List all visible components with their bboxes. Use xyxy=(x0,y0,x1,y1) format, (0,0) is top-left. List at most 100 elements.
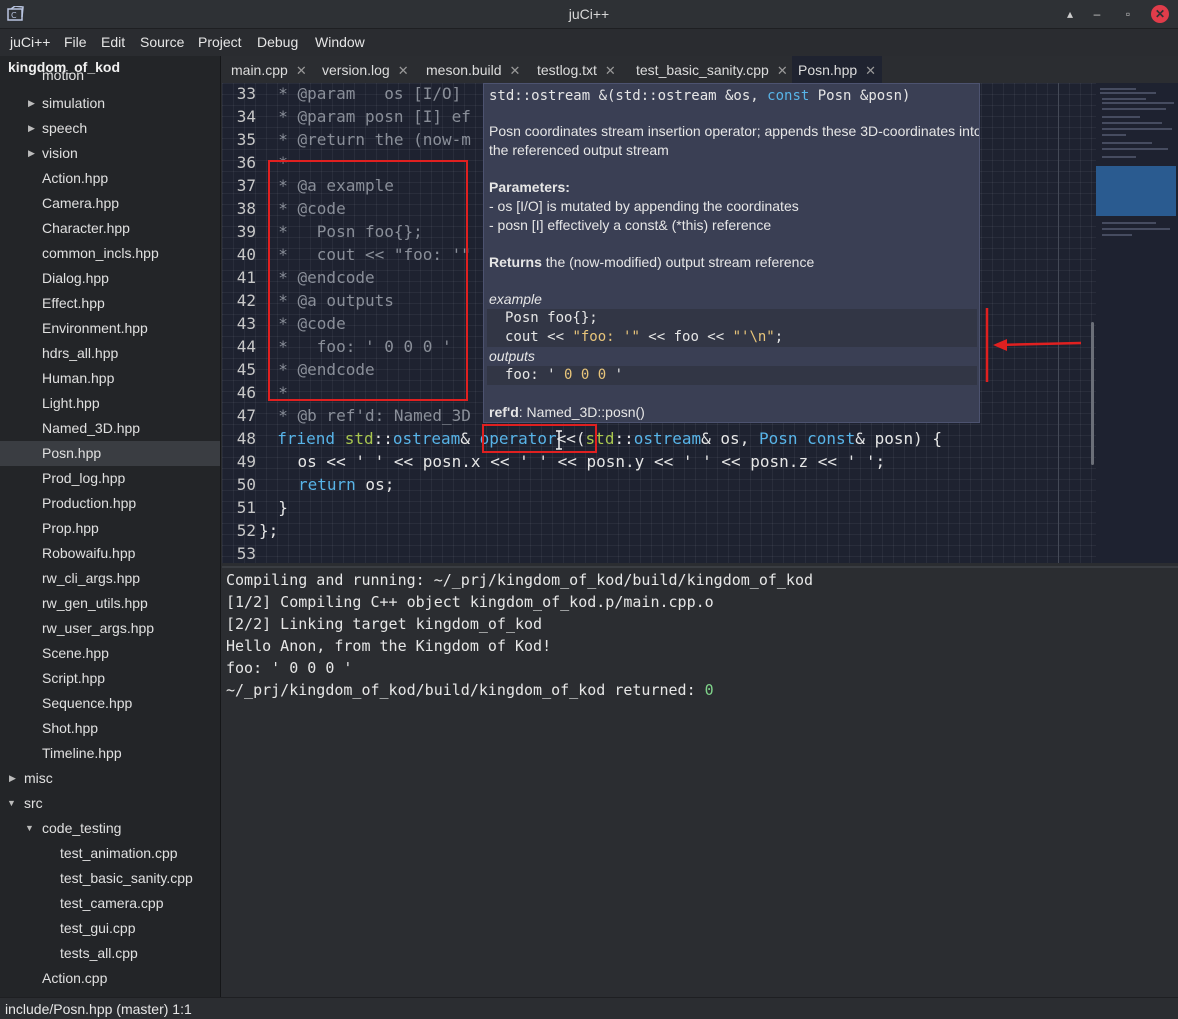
line-number: 35 xyxy=(236,130,256,149)
tab-version-log[interactable]: version.log ✕ xyxy=(322,56,409,83)
line-number: 50 xyxy=(236,475,256,494)
close-tab-icon[interactable]: ✕ xyxy=(605,63,616,78)
menu-jucipp[interactable]: juCi++ xyxy=(10,34,50,50)
tab-posn-hpp[interactable]: Posn.hpp ✕ xyxy=(792,56,883,83)
close-tab-icon[interactable]: ✕ xyxy=(510,63,521,78)
tab-label: version.log xyxy=(322,62,390,78)
tree-item-label: code_testing xyxy=(42,820,122,836)
tree-file[interactable]: test_gui.cpp xyxy=(0,916,220,941)
tree-file[interactable]: Sequence.hpp xyxy=(0,691,220,716)
menu-window[interactable]: Window xyxy=(315,34,365,50)
tree-item-label: speech xyxy=(42,120,88,136)
editor-scrollbar[interactable] xyxy=(1091,322,1094,465)
tree-file[interactable]: Effect.hpp xyxy=(0,291,220,316)
terminal-line: ~/_prj/kingdom_of_kod/build/kingdom_of_k… xyxy=(226,681,714,699)
code-token: return xyxy=(298,475,356,494)
collapse-arrow-icon[interactable]: ▼ xyxy=(7,791,16,816)
tree-file[interactable]: rw_gen_utils.hpp xyxy=(0,591,220,616)
tree-file[interactable]: Prod_log.hpp xyxy=(0,466,220,491)
minimap-viewport[interactable] xyxy=(1096,166,1176,216)
terminal-line: [2/2] Linking target kingdom_of_kod xyxy=(226,615,543,633)
tooltip-params-heading: Parameters: xyxy=(489,179,570,195)
tree-folder-simulation[interactable]: ▶ simulation xyxy=(0,91,220,116)
tree-item-label: Human.hpp xyxy=(42,370,115,386)
tree-file[interactable]: common_incls.hpp xyxy=(0,241,220,266)
maximize-icon[interactable]: ▫ xyxy=(1119,5,1137,23)
project-tree[interactable]: motion kingdom_of_kod ▶ simulation ▶ speec… xyxy=(0,56,221,997)
tab-main-cpp[interactable]: main.cpp ✕ xyxy=(231,56,307,83)
tree-file[interactable]: rw_cli_args.hpp xyxy=(0,566,220,591)
tree-item-label: Production.hpp xyxy=(42,495,137,511)
tab-testlog-txt[interactable]: testlog.txt ✕ xyxy=(537,56,616,83)
expand-arrow-icon[interactable]: ▶ xyxy=(9,766,16,791)
tree-file[interactable]: Camera.hpp xyxy=(0,191,220,216)
tab-meson-build[interactable]: meson.build ✕ xyxy=(426,56,520,83)
tab-test-basic-sanity-cpp[interactable]: test_basic_sanity.cpp ✕ xyxy=(636,56,788,83)
close-tab-icon[interactable]: ✕ xyxy=(777,63,788,78)
tooltip-description: the referenced output stream xyxy=(489,142,669,158)
tree-file[interactable]: Character.hpp xyxy=(0,216,220,241)
tree-file[interactable]: Action.hpp xyxy=(0,166,220,191)
tree-file[interactable]: Scene.hpp xyxy=(0,641,220,666)
close-tab-icon[interactable]: ✕ xyxy=(296,63,307,78)
tree-file[interactable]: rw_user_args.hpp xyxy=(0,616,220,641)
tree-file[interactable]: test_camera.cpp xyxy=(0,891,220,916)
tree-file[interactable]: Dialog.hpp xyxy=(0,266,220,291)
code-token: const xyxy=(807,429,856,448)
close-tab-icon[interactable]: ✕ xyxy=(865,63,876,78)
tree-item-label: Effect.hpp xyxy=(42,295,105,311)
tree-file[interactable]: Prop.hpp xyxy=(0,516,220,541)
tree-item-label: Sequence.hpp xyxy=(42,695,133,711)
tree-file[interactable]: Script.hpp xyxy=(0,666,220,691)
refd-text: : Named_3D::posn() xyxy=(518,404,645,420)
menu-debug[interactable]: Debug xyxy=(257,34,298,50)
collapse-arrow-icon[interactable]: ▼ xyxy=(25,816,34,841)
close-tab-icon[interactable]: ✕ xyxy=(398,63,409,78)
menu-file[interactable]: File xyxy=(64,34,87,50)
tree-file[interactable]: Named_3D.hpp xyxy=(0,416,220,441)
code-line: }; xyxy=(259,521,279,540)
tree-file[interactable]: Production.hpp xyxy=(0,491,220,516)
menu-project[interactable]: Project xyxy=(198,34,242,50)
code-token: ostream xyxy=(392,429,461,448)
minimize-icon[interactable]: – xyxy=(1088,5,1106,23)
minimap[interactable] xyxy=(1096,83,1178,563)
expand-arrow-icon[interactable]: ▶ xyxy=(28,91,35,116)
code-token: << foo << xyxy=(639,329,733,345)
menu-source[interactable]: Source xyxy=(140,34,184,50)
tree-file[interactable]: Robowaifu.hpp xyxy=(0,541,220,566)
expand-arrow-icon[interactable]: ▶ xyxy=(28,116,35,141)
tab-label: testlog.txt xyxy=(537,62,597,78)
tree-file[interactable]: Timeline.hpp xyxy=(0,741,220,766)
tree-file[interactable]: Environment.hpp xyxy=(0,316,220,341)
refd-label: ref'd xyxy=(489,404,519,420)
tree-file[interactable]: Shot.hpp xyxy=(0,716,220,741)
tree-file[interactable]: test_animation.cpp xyxy=(0,841,220,866)
code-token: ' xyxy=(606,367,624,383)
tree-file[interactable]: Light.hpp xyxy=(0,391,220,416)
tree-file-selected[interactable]: Posn.hpp xyxy=(0,441,220,466)
line-number: 41 xyxy=(236,268,256,287)
tree-file[interactable]: test_basic_sanity.cpp xyxy=(0,866,220,891)
keep-above-icon[interactable]: ▴ xyxy=(1061,5,1079,23)
menu-edit[interactable]: Edit xyxy=(101,34,125,50)
tree-file[interactable]: tests_all.cpp xyxy=(0,941,220,966)
tree-folder-code-testing[interactable]: ▼ code_testing xyxy=(0,816,220,841)
tree-item-label: rw_user_args.hpp xyxy=(42,620,155,636)
text-cursor-icon xyxy=(556,430,562,450)
expand-arrow-icon[interactable]: ▶ xyxy=(28,141,35,166)
tree-item-label: Scene.hpp xyxy=(42,645,109,661)
tree-item-label: Character.hpp xyxy=(42,220,130,236)
tree-file[interactable]: Action.cpp xyxy=(0,966,220,991)
tree-folder-vision[interactable]: ▶ vision xyxy=(0,141,220,166)
line-number: 53 xyxy=(236,544,256,563)
annotation-box-doc-comment xyxy=(268,160,468,401)
tree-file[interactable]: Human.hpp xyxy=(0,366,220,391)
tree-folder-src[interactable]: ▼ src xyxy=(0,791,220,816)
tree-file[interactable]: hdrs_all.hpp xyxy=(0,341,220,366)
close-icon[interactable]: ✕ xyxy=(1151,5,1169,23)
tree-folder-speech[interactable]: ▶ speech xyxy=(0,116,220,141)
tree-folder-misc[interactable]: ▶ misc xyxy=(0,766,220,791)
terminal-output[interactable]: Compiling and running: ~/_prj/kingdom_of… xyxy=(222,566,1178,997)
